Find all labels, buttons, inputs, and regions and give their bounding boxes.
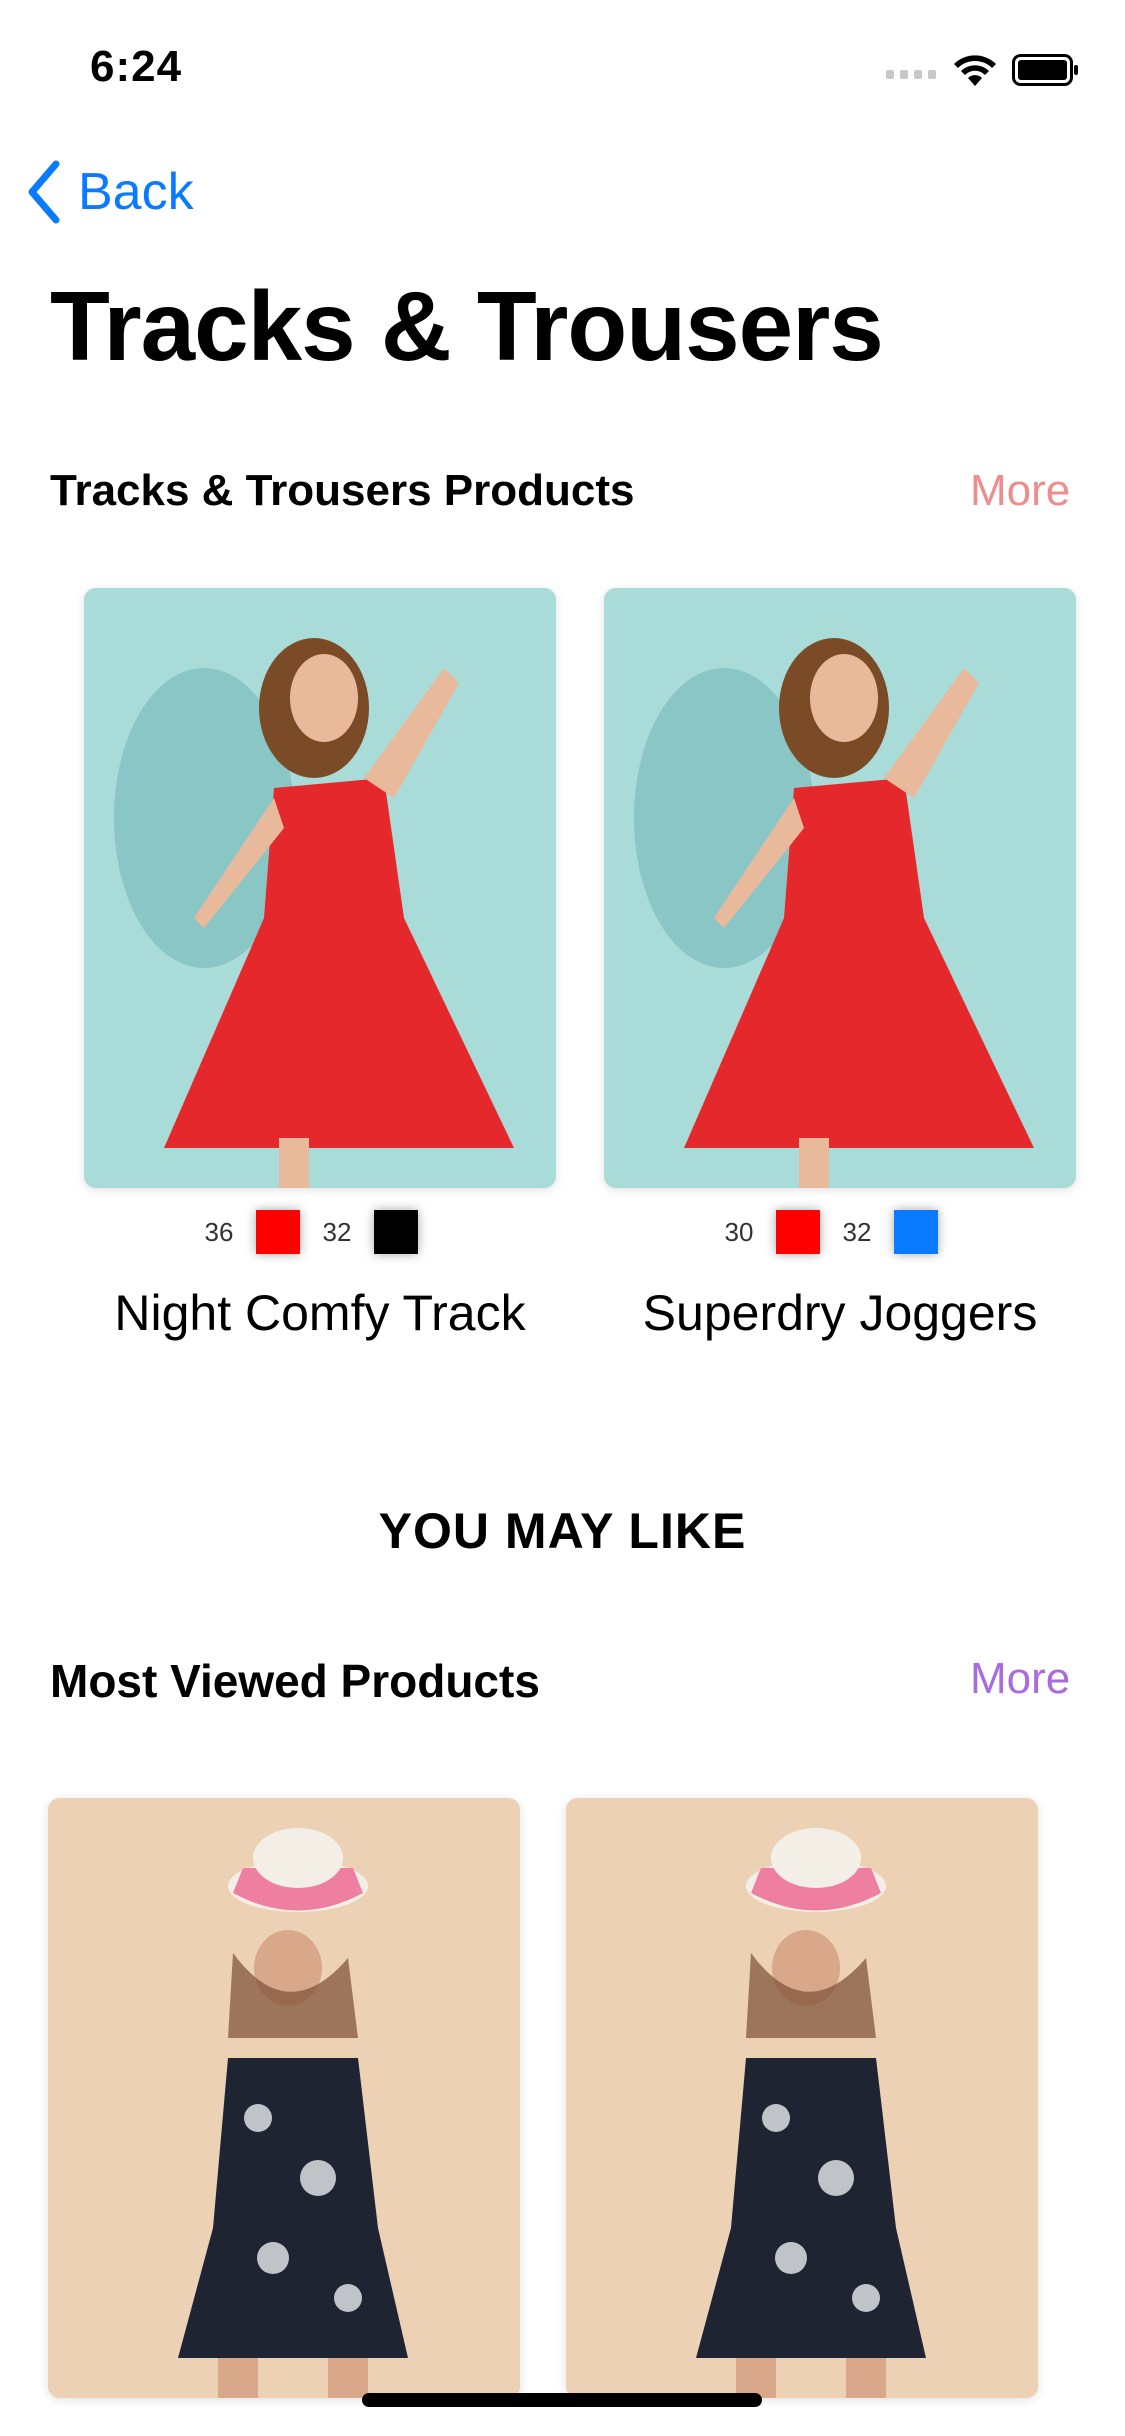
status-time: 6:24: [90, 42, 183, 91]
color-swatch-black[interactable]: [374, 1210, 418, 1254]
product-photo: [48, 1798, 520, 2398]
home-indicator[interactable]: [362, 2393, 762, 2407]
product-name[interactable]: Superdry Joggers: [580, 1284, 1100, 1342]
product-image[interactable]: [48, 1798, 520, 2398]
product-photo: [604, 588, 1076, 1188]
color-swatch-red[interactable]: [776, 1210, 820, 1254]
color-swatch-blue[interactable]: [894, 1210, 938, 1254]
chevron-left-icon: [28, 160, 60, 224]
product-photo: [566, 1798, 1038, 2398]
you-may-like-heading: YOU MAY LIKE: [378, 1503, 747, 1559]
size-label: 32: [322, 1216, 352, 1247]
size-color-options: 36 32: [204, 1210, 440, 1254]
product-name[interactable]: Night Comfy Track: [60, 1284, 580, 1342]
battery-icon: [1012, 54, 1078, 86]
wifi-icon: [954, 55, 996, 86]
more-button[interactable]: More: [970, 466, 1070, 516]
size-color-options: 30 32: [724, 1210, 960, 1254]
size-label: 30: [724, 1216, 754, 1247]
back-button[interactable]: Back: [24, 160, 194, 224]
section-title: Tracks & Trousers Products: [50, 466, 635, 515]
product-image[interactable]: [84, 588, 556, 1188]
product-image[interactable]: [566, 1798, 1038, 2398]
back-label: Back: [78, 163, 194, 221]
product-photo: [84, 588, 556, 1188]
size-label: 36: [204, 1216, 234, 1247]
color-swatch-red[interactable]: [256, 1210, 300, 1254]
section-title: Most Viewed Products: [50, 1655, 540, 1707]
page-title: Tracks & Trousers: [50, 271, 884, 381]
cellular-signal-icon: [886, 70, 936, 82]
product-image[interactable]: [604, 588, 1076, 1188]
more-button[interactable]: More: [970, 1654, 1070, 1704]
size-label: 32: [842, 1216, 872, 1247]
